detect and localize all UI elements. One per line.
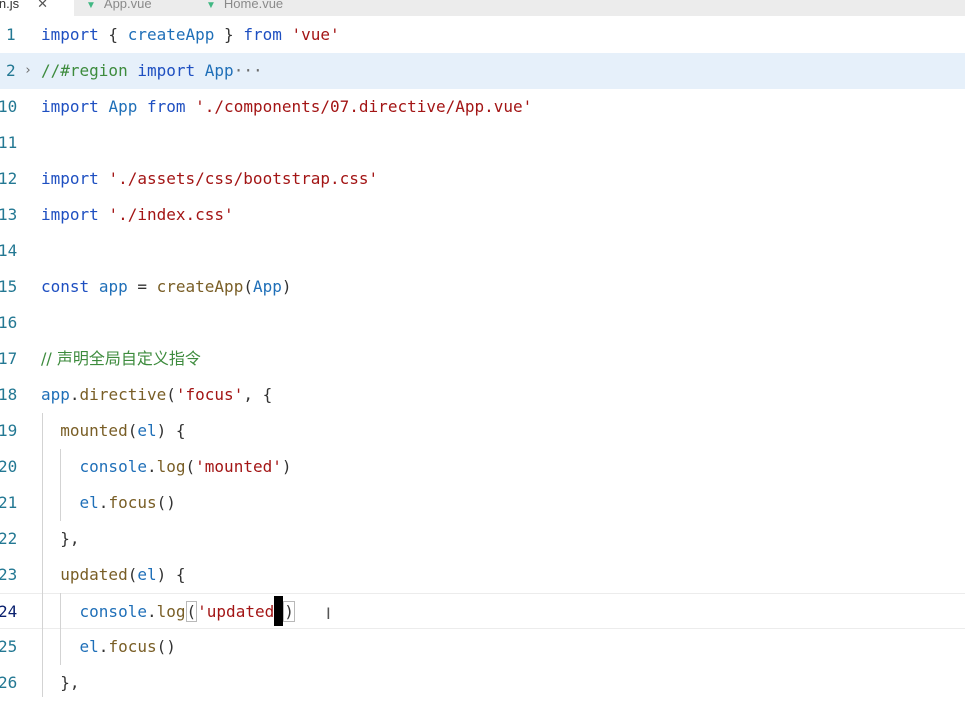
code-line[interactable]: 11 — [0, 125, 965, 161]
code-line[interactable]: 14 — [0, 233, 965, 269]
tab-app-vue[interactable]: ▼ App.vue — [86, 0, 152, 16]
line-code: import { createApp } from 'vue' — [41, 25, 340, 44]
line-number: 25 — [0, 637, 18, 656]
tab-home-vue[interactable]: ▼ Home.vue — [206, 0, 283, 16]
line-code: }, — [41, 673, 80, 692]
line-code: import './assets/css/bootstrap.css' — [41, 169, 379, 188]
code-line[interactable]: 26 }, — [0, 665, 965, 701]
code-line[interactable]: 1 import { createApp } from 'vue' — [0, 17, 965, 53]
vue-file-icon: ▼ — [206, 0, 216, 11]
code-line[interactable]: 21 el.focus() — [0, 485, 965, 521]
line-number: 10 — [0, 97, 18, 116]
line-number: 14 — [0, 241, 18, 260]
line-code: }, — [41, 529, 80, 548]
text-cursor — [274, 595, 284, 626]
tab-label: App.vue — [103, 0, 152, 11]
vue-file-icon: ▼ — [86, 0, 96, 11]
line-number: 23 — [0, 565, 18, 584]
editor-tab-bar: in.js ✕ ▼ App.vue ▼ Home.vue — [0, 0, 965, 16]
line-number: 16 — [0, 313, 18, 332]
line-code: console.log('mounted') — [79, 457, 292, 476]
line-code: //#region import App··· — [41, 61, 263, 80]
line-code: import App from './components/07.directi… — [41, 97, 533, 116]
line-code: el.focus() — [79, 493, 176, 512]
code-line[interactable]: 17 // 声明全局自定义指令 — [0, 341, 965, 377]
line-number: 18 — [0, 385, 18, 404]
line-number: 24 — [0, 602, 18, 621]
line-number: 19 — [0, 421, 18, 440]
line-code: el.focus() — [79, 637, 176, 656]
code-line[interactable]: 15 const app = createApp(App) — [0, 269, 965, 305]
code-line-folded[interactable]: 2 › //#region import App··· — [0, 53, 965, 89]
indent-guide — [60, 593, 61, 665]
line-number: 21 — [0, 493, 18, 512]
code-line[interactable]: 12 import './assets/css/bootstrap.css' — [0, 161, 965, 197]
code-line[interactable]: 16 — [0, 305, 965, 341]
folded-ellipsis[interactable]: ··· — [234, 61, 263, 80]
code-line[interactable]: 25 el.focus() — [0, 629, 965, 665]
line-number: 2 — [6, 61, 16, 80]
code-line[interactable]: 22 }, — [0, 521, 965, 557]
code-line[interactable]: 20 console.log('mounted') — [0, 449, 965, 485]
indent-guide — [42, 413, 43, 697]
line-number: 1 — [6, 25, 16, 44]
line-number: 22 — [0, 529, 18, 548]
line-code: import './index.css' — [41, 205, 234, 224]
tab-label: Home.vue — [223, 0, 284, 11]
close-icon[interactable]: ✕ — [37, 0, 48, 11]
line-number: 12 — [0, 169, 18, 188]
line-code: mounted(el) { — [60, 421, 186, 440]
line-number: 15 — [0, 277, 18, 296]
code-line[interactable]: 13 import './index.css' — [0, 197, 965, 233]
code-line[interactable]: 19 mounted(el) { — [0, 413, 965, 449]
indent-guide — [60, 449, 61, 521]
line-code: updated(el) { — [60, 565, 186, 584]
line-number: 20 — [0, 457, 18, 476]
line-code: console.log('updated) — [41, 594, 295, 630]
code-line[interactable]: 18 app.directive('focus', { — [0, 377, 965, 413]
line-code: app.directive('focus', { — [41, 385, 273, 404]
tab-main-js[interactable]: in.js ✕ — [0, 0, 74, 16]
line-number: 26 — [0, 673, 18, 692]
line-number: 11 — [0, 133, 18, 152]
line-comment: // 声明全局自定义指令 — [41, 349, 201, 368]
code-line-current[interactable]: 24 console.log('updated) — [0, 593, 965, 629]
line-number: 17 — [0, 349, 18, 368]
line-number: 13 — [0, 205, 18, 224]
code-line[interactable]: 10 import App from './components/07.dire… — [0, 89, 965, 125]
fold-chevron-icon[interactable]: › — [24, 53, 32, 89]
code-editor[interactable]: 1 import { createApp } from 'vue' 2 › //… — [0, 17, 965, 697]
tab-label: in.js — [0, 0, 20, 11]
mouse-ibeam-cursor-icon: I — [326, 604, 331, 623]
line-code: const app = createApp(App) — [41, 277, 292, 296]
code-line[interactable]: 23 updated(el) { — [0, 557, 965, 593]
